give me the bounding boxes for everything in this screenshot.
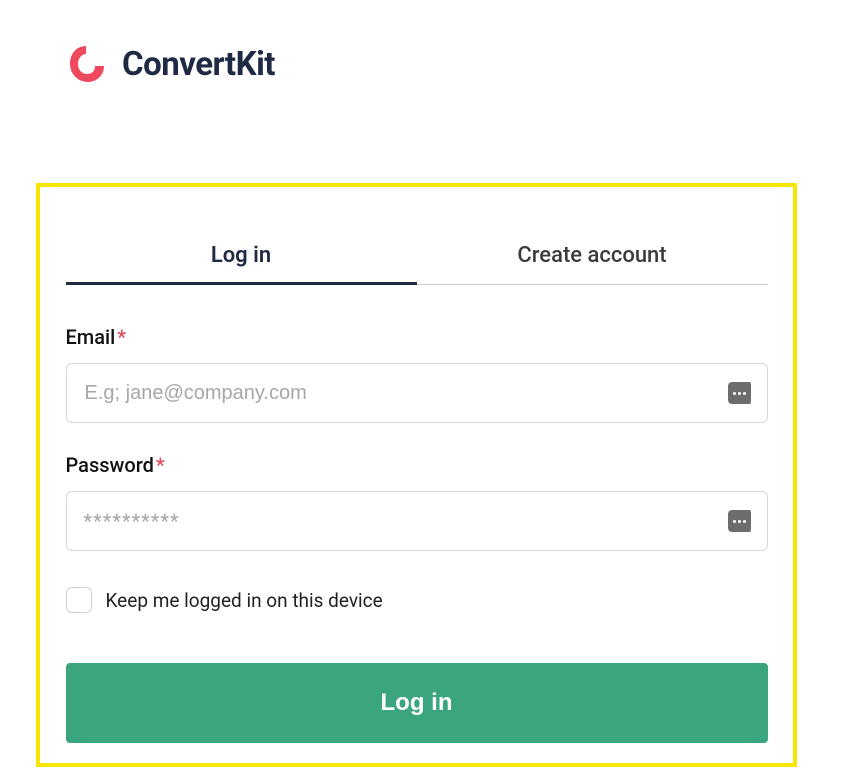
required-mark: * — [156, 453, 165, 477]
required-mark: * — [117, 325, 126, 349]
email-field[interactable] — [66, 363, 768, 423]
password-field[interactable] — [66, 491, 768, 551]
email-field-group: Email* — [66, 325, 768, 423]
brand-name: ConvertKit — [122, 45, 275, 84]
tab-login[interactable]: Log in — [66, 243, 417, 285]
remember-row: Keep me logged in on this device — [66, 587, 768, 613]
brand-logo: ConvertKit — [0, 0, 842, 86]
convertkit-logo-icon — [64, 42, 108, 86]
password-input-wrap: ********** — [66, 491, 768, 551]
auth-panel: Log in Create account Email* Password* *… — [36, 183, 797, 767]
email-label-text: Email — [66, 325, 116, 349]
password-label: Password* — [66, 453, 768, 477]
password-field-group: Password* ********** — [66, 453, 768, 551]
login-form: Email* Password* ********** — [66, 325, 768, 743]
tab-create-account[interactable]: Create account — [417, 243, 768, 285]
email-input-wrap — [66, 363, 768, 423]
password-label-text: Password — [66, 453, 154, 477]
remember-checkbox[interactable] — [66, 587, 92, 613]
email-label: Email* — [66, 325, 768, 349]
password-manager-icon[interactable] — [728, 382, 754, 404]
auth-tabs: Log in Create account — [66, 243, 768, 285]
login-button[interactable]: Log in — [66, 663, 768, 743]
remember-label: Keep me logged in on this device — [106, 589, 383, 612]
password-manager-icon[interactable] — [728, 510, 754, 532]
